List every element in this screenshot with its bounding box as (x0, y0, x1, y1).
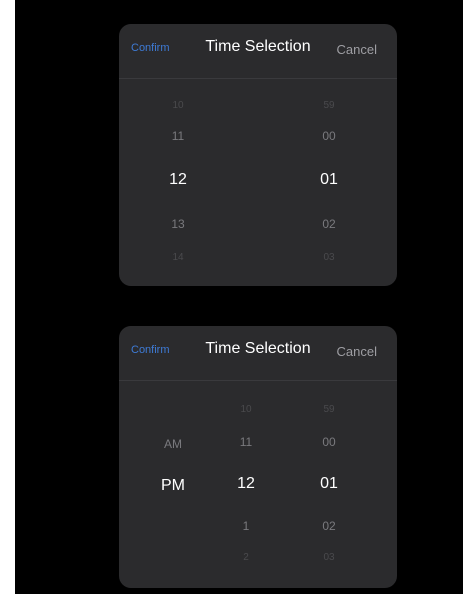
picker-header: Confirm Time Selection Cancel (119, 24, 397, 79)
minute-option[interactable]: 00 (299, 434, 359, 450)
hour-option[interactable]: 10 (148, 98, 208, 114)
app-screen: Confirm Time Selection Cancel 10 11 12 1… (15, 0, 463, 594)
cancel-button[interactable]: Cancel (337, 344, 377, 359)
minute-option[interactable]: 02 (299, 518, 359, 534)
picker-header: Confirm Time Selection Cancel (119, 326, 397, 381)
minute-option-selected[interactable]: 01 (299, 172, 359, 188)
hour-wheel[interactable]: 10 11 12 13 14 (148, 78, 208, 286)
minute-option[interactable]: 59 (299, 98, 359, 114)
hour-option[interactable]: 1 (216, 518, 276, 534)
minute-option[interactable]: 03 (299, 550, 359, 566)
hour-option[interactable]: 11 (148, 128, 208, 144)
hour-option-selected[interactable]: 12 (216, 476, 276, 492)
hour-wheel[interactable]: 10 11 12 1 2 (216, 380, 276, 588)
hour-option-selected[interactable]: 12 (148, 172, 208, 188)
minute-wheel[interactable]: 59 00 01 02 03 (299, 78, 359, 286)
hour-option[interactable]: 11 (216, 434, 276, 450)
cancel-button[interactable]: Cancel (337, 42, 377, 57)
minute-option[interactable]: 03 (299, 250, 359, 266)
minute-option[interactable]: 59 (299, 402, 359, 418)
minute-option[interactable]: 00 (299, 128, 359, 144)
hour-option[interactable]: 10 (216, 402, 276, 418)
ampm-option[interactable]: AM (143, 436, 203, 452)
ampm-option-selected[interactable]: PM (143, 478, 203, 494)
ampm-wheel[interactable]: AM PM (143, 380, 203, 588)
time-picker-sheet-ampm: Confirm Time Selection Cancel AM PM 10 1… (119, 326, 397, 588)
minute-option[interactable]: 02 (299, 216, 359, 232)
minute-option-selected[interactable]: 01 (299, 476, 359, 492)
hour-option[interactable]: 13 (148, 216, 208, 232)
time-picker-sheet: Confirm Time Selection Cancel 10 11 12 1… (119, 24, 397, 286)
hour-option[interactable]: 14 (148, 250, 208, 266)
minute-wheel[interactable]: 59 00 01 02 03 (299, 380, 359, 588)
hour-option[interactable]: 2 (216, 550, 276, 566)
